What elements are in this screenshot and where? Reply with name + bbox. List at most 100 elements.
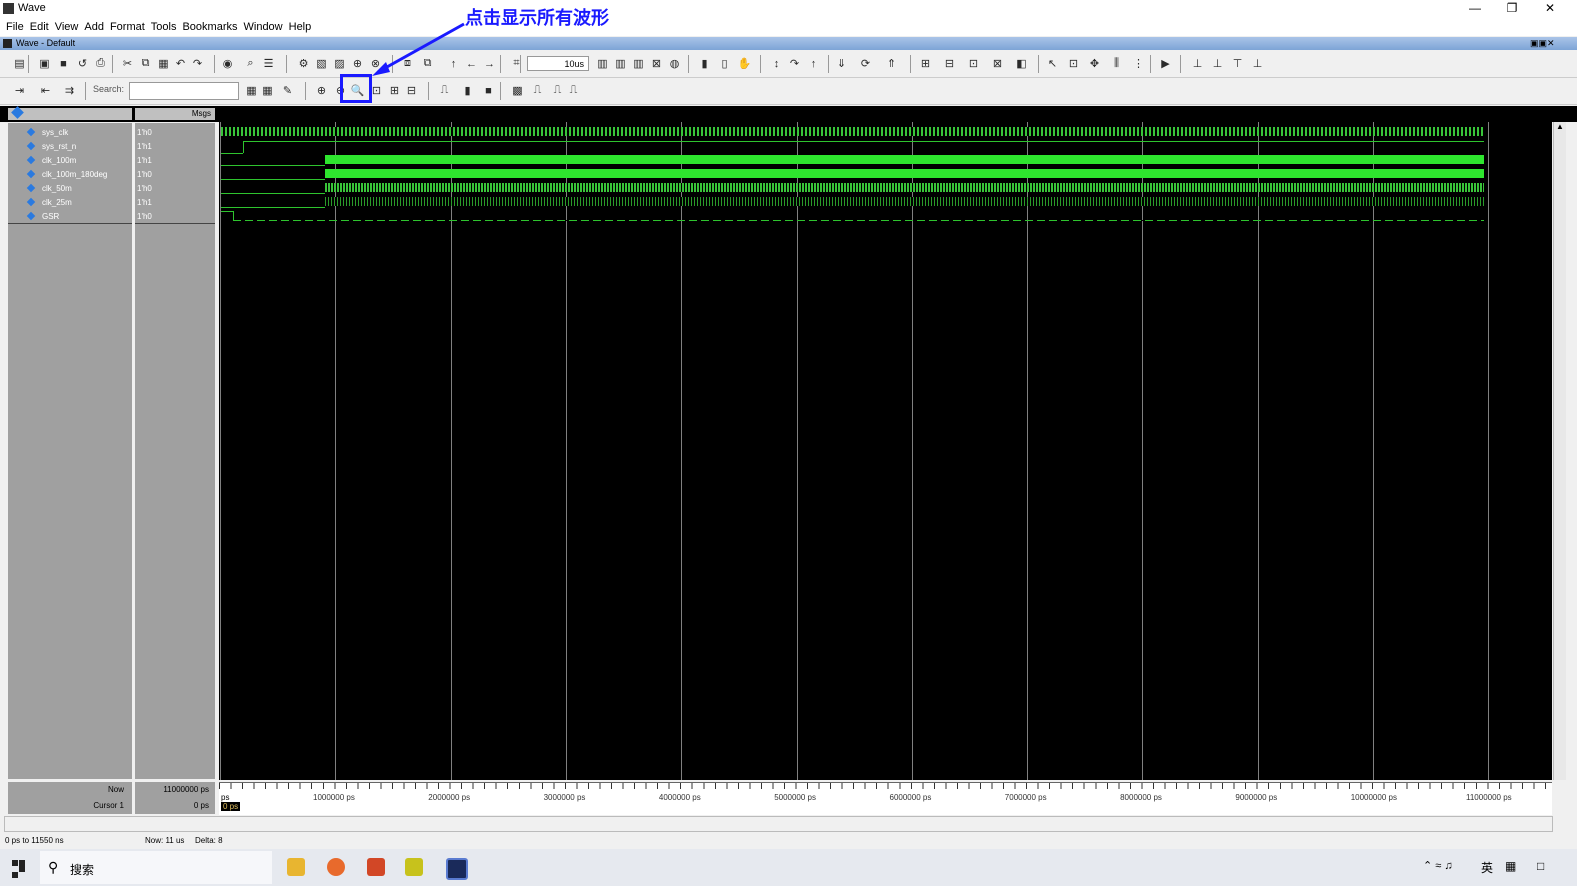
file-explorer-icon[interactable] (287, 858, 305, 876)
taskbar-search[interactable]: ⚲ 搜索 (40, 851, 272, 884)
signal-values-pane[interactable]: 1'h0 1'h1 1'h1 1'h0 1'h0 1'h1 1'h0 (135, 123, 215, 779)
signal-row-sys-clk[interactable]: sys_clk (8, 126, 68, 140)
app-icon-yellow[interactable] (405, 858, 423, 876)
toolbar-wave-icon-1[interactable]: ⇥ (12, 83, 27, 98)
toolbar-main-icon-42[interactable]: ⊠ (990, 56, 1005, 71)
toolbar-main-icon-3[interactable]: ■ (56, 56, 71, 71)
toolbar-wave-icon-17[interactable]: ⎍ (530, 83, 545, 98)
toolbar-wave-icon-16[interactable]: ▩ (510, 83, 525, 98)
menu-view[interactable]: View (55, 18, 79, 36)
toolbar-main-icon-27[interactable]: ▥ (631, 56, 646, 71)
toolbar-main-icon-2[interactable]: ▣ (37, 56, 52, 71)
toolbar-main-icon-6[interactable]: ✂ (120, 56, 135, 71)
toolbar-main-icon-16[interactable]: ▨ (332, 56, 347, 71)
toolbar-wave-icon-14[interactable]: ▮ (460, 83, 475, 98)
toolbar-main-icon-4[interactable]: ↺ (75, 56, 90, 71)
toolbar-main-icon-36[interactable]: ⇓ (834, 56, 849, 71)
minimize-button[interactable]: — (1455, 0, 1495, 18)
toolbar-wave-icon-7[interactable]: ⊕ (314, 83, 329, 98)
toolbar-wave-icon-12[interactable]: ⊟ (404, 83, 419, 98)
ime-indicator[interactable]: 英 (1481, 859, 1493, 876)
toolbar-main-icon-49[interactable]: ▶ (1158, 56, 1173, 71)
toolbar-main-icon-50[interactable]: ⊥ (1190, 56, 1205, 71)
toolbar-main-icon-43[interactable]: ◧ (1014, 56, 1029, 71)
signal-row-clk-25m[interactable]: clk_25m (8, 196, 72, 210)
signal-row-clk-50m[interactable]: clk_50m (8, 182, 72, 196)
toolbar-wave-icon-13[interactable]: ⎍ (437, 83, 452, 98)
toolbar-main-icon-47[interactable]: ⫼ (1109, 56, 1124, 71)
toolbar-main-icon-37[interactable]: ⟳ (858, 56, 873, 71)
toolbar-main-icon-26[interactable]: ▥ (613, 56, 628, 71)
toolbar-main-icon-44[interactable]: ↖ (1045, 56, 1060, 71)
toolbar-main-icon-48[interactable]: ⋮ (1131, 56, 1146, 71)
toolbar-main-icon-12[interactable]: ⌕ (243, 56, 258, 71)
toolbar-main-icon-40[interactable]: ⊟ (942, 56, 957, 71)
toolbar-main-icon-31[interactable]: ▯ (717, 56, 732, 71)
toolbar-wave-icon-18[interactable]: ⎍ (550, 83, 565, 98)
toolbar-main-icon-33[interactable]: ↕ (769, 56, 784, 71)
toolbar-main-icon-39[interactable]: ⊞ (918, 56, 933, 71)
toolbar-main-icon-52[interactable]: ⊤ (1230, 56, 1245, 71)
toolbar-main-icon-32[interactable]: ✋ (737, 56, 752, 71)
signal-row-gsr[interactable]: GSR (8, 210, 59, 224)
toolbar-main-icon-23[interactable]: → (482, 56, 497, 71)
keyboard-icon[interactable]: ▦ (1505, 859, 1516, 873)
toolbar-main-icon-34[interactable]: ↷ (787, 56, 802, 71)
close-button[interactable]: ✕ (1530, 0, 1570, 18)
wave-window-controls[interactable]: ▣▣✕ (1530, 38, 1555, 49)
menu-format[interactable]: Format (110, 18, 145, 36)
run-length-input[interactable]: 10us (527, 56, 589, 71)
powerpoint-icon[interactable] (367, 858, 385, 876)
toolbar-wave-icon-5[interactable]: ▦ (260, 83, 275, 98)
toolbar-wave-icon-2[interactable]: ⇤ (38, 83, 53, 98)
toolbar-main-icon-7[interactable]: ⧉ (138, 56, 153, 71)
modelsim-icon[interactable] (446, 858, 468, 880)
toolbar-main-icon-51[interactable]: ⊥ (1210, 56, 1225, 71)
restore-button[interactable]: ❐ (1492, 0, 1532, 18)
toolbar-main-icon-1[interactable]: ▤ (12, 56, 27, 71)
toolbar-main-icon-45[interactable]: ⊡ (1066, 56, 1081, 71)
toolbar-main-icon-9[interactable]: ↶ (173, 56, 188, 71)
cursor-tag[interactable]: 0 ps (221, 802, 241, 811)
search-input[interactable] (129, 82, 239, 100)
toolbar-main-icon-28[interactable]: ⊠ (649, 56, 664, 71)
toolbar-main-icon-8[interactable]: ▦ (156, 56, 171, 71)
toolbar-main-icon-10[interactable]: ↷ (190, 56, 205, 71)
toolbar-main-icon-15[interactable]: ▧ (314, 56, 329, 71)
signal-row-clk-100m[interactable]: clk_100m (8, 154, 76, 168)
toolbar-main-icon-53[interactable]: ⊥ (1250, 56, 1265, 71)
toolbar-main-icon-25[interactable]: ▥ (595, 56, 610, 71)
toolbar-wave-icon-3[interactable]: ⇉ (62, 83, 77, 98)
notification-icon[interactable]: □ (1537, 859, 1544, 873)
signal-row-clk-100m-180deg[interactable]: clk_100m_180deg (8, 168, 107, 182)
firefox-icon[interactable] (327, 858, 345, 876)
toolbar-main-icon-29[interactable]: ◍ (667, 56, 682, 71)
windows-start-icon[interactable] (12, 860, 26, 878)
vertical-scrollbar[interactable]: ▲ (1553, 122, 1566, 780)
toolbar-main-icon-5[interactable]: ⎙ (93, 56, 108, 71)
menu-tools[interactable]: Tools (151, 18, 177, 36)
menu-file[interactable]: File (6, 18, 24, 36)
toolbar-main-icon-24[interactable]: ⌗ (509, 56, 524, 71)
toolbar-main-icon-35[interactable]: ↑ (806, 56, 821, 71)
time-scale[interactable]: ps 0 ps 1000000 ps 2000000 ps 3000000 ps 40… (219, 782, 1552, 815)
toolbar-wave-icon-15[interactable]: ■ (481, 83, 496, 98)
toolbar-main-icon-46[interactable]: ✥ (1087, 56, 1102, 71)
toolbar-main-icon-13[interactable]: ☰ (261, 56, 276, 71)
signal-row-sys-rst-n[interactable]: sys_rst_n (8, 140, 76, 154)
toolbar-main-icon-38[interactable]: ⇑ (884, 56, 899, 71)
horizontal-scrollbar[interactable] (4, 816, 1553, 832)
toolbar-wave-icon-4[interactable]: ▦ (244, 83, 259, 98)
toolbar-wave-icon-11[interactable]: ⊞ (387, 83, 402, 98)
menu-add[interactable]: Add (84, 18, 104, 36)
toolbar-main-icon-17[interactable]: ⊕ (350, 56, 365, 71)
menu-help[interactable]: Help (289, 18, 312, 36)
toolbar-main-icon-11[interactable]: ◉ (220, 56, 235, 71)
toolbar-main-icon-41[interactable]: ⊡ (966, 56, 981, 71)
toolbar-main-icon-14[interactable]: ⚙ (296, 56, 311, 71)
toolbar-main-icon-30[interactable]: ▮ (697, 56, 712, 71)
signal-names-pane[interactable]: sys_clk sys_rst_n clk_100m clk_100m_180deg c… (8, 123, 132, 779)
toolbar-wave-icon-6[interactable]: ✎ (280, 83, 295, 98)
menu-bookmarks[interactable]: Bookmarks (182, 18, 237, 36)
tray-icons[interactable]: ⌃ ≈ ♫ (1423, 859, 1453, 872)
